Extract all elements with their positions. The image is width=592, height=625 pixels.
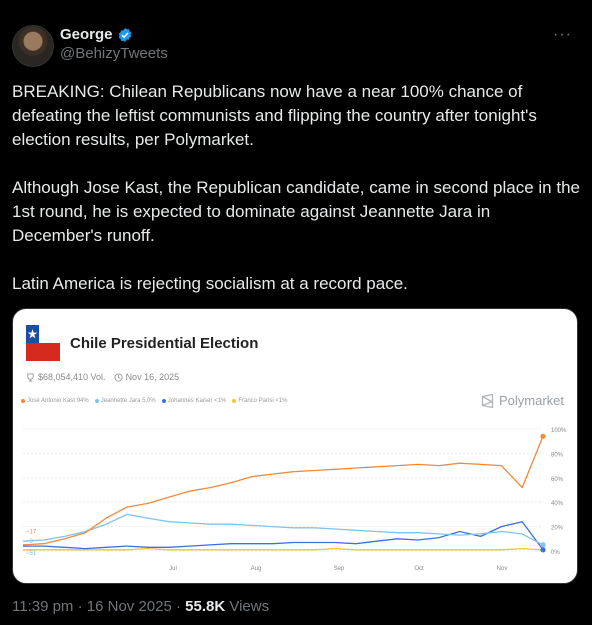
media-card[interactable]: Chile Presidential Election $68,054,410 …: [12, 308, 578, 584]
card-meta: $68,054,410 Vol. Nov 16, 2025: [26, 372, 179, 382]
x-tick-label: Jul: [169, 566, 177, 572]
start-label: ~3: [26, 539, 34, 545]
trophy-icon: [27, 372, 34, 382]
legend-item: Johannes Kaiser <1%: [161, 398, 227, 404]
legend-dot: [94, 399, 99, 403]
date-text: Nov 16, 2025: [125, 372, 180, 382]
legend-dot: [161, 399, 166, 403]
polymarket-brand: Polymarket: [481, 393, 564, 408]
y-tick-label: 20%: [551, 526, 564, 532]
probability-chart: 100% 80% 60% 40% 20% 0% Jul Aug Sep Oct Nov ~17 ~3 ~5…: [22, 428, 567, 572]
card-title: Chile Presidential Election: [70, 335, 259, 352]
legend-label: Franco Parisi <1%: [238, 398, 288, 404]
legend-item: Jeannette Jara 5.0%: [94, 398, 156, 404]
clock-icon: [114, 372, 123, 382]
x-tick-label: Oct: [414, 566, 424, 572]
post-timestamp[interactable]: 11:39 pm · 16 Nov 2025 ·: [12, 598, 185, 615]
more-options-icon[interactable]: ···: [553, 26, 572, 44]
post-text: BREAKING: Chilean Republicans now have a…: [12, 80, 580, 296]
views-label: Views: [225, 598, 270, 615]
brand-name: Polymarket: [498, 393, 564, 408]
volume-meta: $68,054,410 Vol.: [26, 372, 106, 382]
legend-label: José Antonio Kast 94%: [27, 398, 89, 404]
start-label: ~51: [26, 551, 37, 557]
legend-item: Franco Parisi <1%: [232, 398, 288, 404]
series-end-point: [540, 542, 546, 548]
y-tick-label: 100%: [551, 428, 567, 434]
post-paragraph: Although Jose Kast, the Republican candi…: [12, 178, 580, 245]
verified-badge-icon: [118, 27, 131, 42]
y-tick-label: 60%: [551, 477, 564, 483]
y-tick-label: 80%: [551, 452, 564, 458]
y-tick-label: 40%: [551, 501, 564, 507]
author-name[interactable]: George: [60, 26, 113, 43]
legend-label: Johannes Kaiser <1%: [167, 398, 227, 404]
post-paragraph: Latin America is rejecting socialism at …: [12, 274, 408, 293]
date-meta: Nov 16, 2025: [114, 372, 180, 382]
x-tick-label: Sep: [334, 566, 345, 572]
chile-flag-icon: [26, 325, 60, 361]
legend-dot: [232, 399, 237, 403]
chart-legend: José Antonio Kast 94% Jeannette Jara 5.0…: [21, 398, 288, 404]
author-row: George: [60, 26, 133, 43]
polymarket-logo-icon: [481, 393, 494, 408]
legend-label: Jeannette Jara 5.0%: [100, 398, 156, 404]
post-footer: 11:39 pm · 16 Nov 2025 · 55.8K Views: [12, 598, 269, 615]
legend-dot: [21, 399, 25, 403]
post-header: George @BehizyTweets ···: [12, 22, 580, 67]
x-tick-label: Nov: [497, 566, 508, 572]
start-label: ~17: [26, 529, 37, 535]
series-line: [22, 436, 544, 546]
series-line: [22, 513, 544, 546]
series-end-point: [540, 547, 546, 553]
legend-item: José Antonio Kast 94%: [21, 398, 89, 404]
author-handle[interactable]: @BehizyTweets: [60, 45, 168, 62]
series-end-point: [540, 433, 546, 439]
y-tick-label: 0%: [551, 550, 560, 556]
avatar[interactable]: [12, 25, 54, 67]
volume-text: $68,054,410 Vol.: [38, 372, 106, 382]
views-count: 55.8K: [185, 598, 226, 615]
post-paragraph: BREAKING: Chilean Republicans now have a…: [12, 82, 537, 149]
x-tick-label: Aug: [251, 566, 262, 572]
series-line: [23, 547, 544, 551]
